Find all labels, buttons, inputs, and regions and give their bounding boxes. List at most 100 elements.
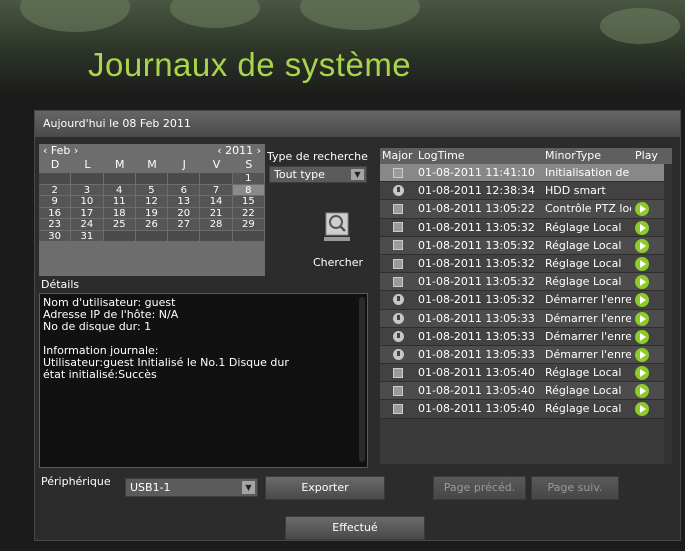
table-row[interactable]: 01-08-2011 13:05:32 Réglage Local (380, 218, 672, 237)
table-row[interactable]: 01-08-2011 13:05:33 Démarrer l'enregistre… (380, 309, 672, 328)
log-scrollbar[interactable] (664, 164, 672, 464)
play-icon[interactable] (635, 220, 649, 235)
calendar-day (232, 230, 265, 242)
play-cell (631, 400, 664, 417)
table-row[interactable]: 01-08-2011 13:05:32 Réglage Local (380, 273, 672, 292)
calendar-day[interactable]: 8 (232, 184, 265, 196)
calendar-day[interactable]: 5 (135, 184, 169, 196)
play-icon[interactable] (635, 384, 649, 399)
calendar-day (168, 173, 201, 185)
search-button[interactable]: Chercher (313, 256, 363, 269)
play-icon[interactable] (635, 329, 649, 344)
column-header-logtime[interactable]: LogTime (414, 148, 541, 164)
year-selector[interactable]: ‹ 2011 › (217, 144, 261, 158)
minor-type-cell: Initialisation de disque (545, 166, 631, 179)
calendar-day[interactable]: 11 (103, 196, 136, 208)
calendar-day[interactable]: 14 (200, 196, 233, 208)
calendar-day[interactable]: 26 (135, 219, 169, 231)
details-line: état initialisé:Succès (43, 368, 157, 381)
play-cell (631, 182, 664, 199)
calendar-day[interactable]: 3 (71, 184, 104, 196)
details-label: Détails (41, 278, 80, 291)
minor-type-cell: Contrôle PTZ local (545, 202, 631, 216)
log-time-cell: 01-08-2011 11:41:10 (418, 166, 535, 179)
play-cell (631, 364, 664, 381)
table-row[interactable]: 01-08-2011 13:05:32 Démarrer l'enregistre… (380, 291, 672, 310)
calendar-day[interactable]: 6 (168, 184, 201, 196)
calendar-day[interactable]: 17 (71, 207, 104, 219)
play-cell (631, 255, 664, 272)
year-label: 2011 (225, 144, 254, 157)
calendar-day[interactable]: 12 (135, 196, 169, 208)
calendar-day[interactable]: 22 (232, 207, 265, 219)
calendar-day[interactable]: 29 (232, 219, 265, 231)
calendar-day[interactable]: 24 (71, 219, 104, 231)
table-row[interactable]: 01-08-2011 13:05:40 Réglage Local (380, 400, 672, 419)
play-icon[interactable] (635, 402, 649, 417)
device-select[interactable]: USB1-1 ▼ (125, 478, 258, 497)
calendar-day[interactable]: 16 (39, 207, 72, 219)
column-header-minortype[interactable]: MinorType (541, 148, 631, 164)
table-row[interactable]: 01-08-2011 13:05:32 Réglage Local (380, 254, 672, 274)
calendar-day[interactable]: 2 (39, 184, 72, 196)
foliage-decoration (170, 0, 260, 28)
calendar-day[interactable]: 10 (71, 196, 104, 208)
play-icon[interactable] (635, 366, 649, 381)
month-selector[interactable]: ‹ Feb › (43, 144, 78, 158)
log-time-cell: 01-08-2011 13:05:32 (418, 238, 535, 252)
information-log-icon (392, 294, 404, 306)
column-header-major[interactable]: Major (380, 148, 414, 164)
calendar-day[interactable]: 20 (168, 207, 201, 219)
calendar-day[interactable]: 15 (232, 196, 265, 208)
table-row[interactable]: 01-08-2011 12:38:34 HDD smart (380, 182, 672, 201)
play-icon[interactable] (635, 275, 649, 290)
calendar-day[interactable]: 25 (103, 219, 136, 231)
calendar-day[interactable]: 28 (200, 219, 233, 231)
calendar-day-headers: DLMMJVS (39, 158, 265, 171)
chevron-down-icon[interactable]: ▼ (351, 169, 364, 180)
minor-type-cell: Réglage Local (545, 384, 622, 398)
calendar-day[interactable]: 9 (39, 196, 72, 208)
table-row[interactable]: 01-08-2011 13:05:32 Réglage Local (380, 236, 672, 255)
table-row[interactable]: 01-08-2011 11:41:10 Initialisation de dis… (380, 164, 672, 183)
next-page-button[interactable]: Page suiv. (531, 476, 619, 500)
calendar-day[interactable]: 19 (135, 207, 169, 219)
calendar: ‹ Feb › ‹ 2011 › DLMMJVS 1 2 3 4 5 6 7 8 9 10 11 12… (39, 144, 265, 276)
calendar-day[interactable]: 31 (71, 230, 104, 242)
play-icon[interactable] (635, 202, 649, 217)
chevron-down-icon[interactable]: ▼ (242, 481, 255, 494)
calendar-day[interactable]: 21 (200, 207, 233, 219)
export-button[interactable]: Exporter (265, 476, 385, 500)
calendar-day[interactable]: 4 (103, 184, 136, 196)
play-icon[interactable] (635, 347, 649, 362)
operation-log-icon (393, 167, 403, 178)
major-type-cell (380, 237, 414, 254)
calendar-day[interactable]: 23 (39, 219, 72, 231)
play-icon[interactable] (635, 311, 649, 326)
details-line: No de disque dur: 1 (43, 320, 152, 333)
table-row[interactable]: 01-08-2011 13:05:40 Réglage Local (380, 364, 672, 383)
calendar-day[interactable]: 13 (168, 196, 201, 208)
table-row[interactable]: 01-08-2011 13:05:33 Démarrer l'enregistre… (380, 345, 672, 365)
calendar-day[interactable]: 18 (103, 207, 136, 219)
done-button[interactable]: Effectué (285, 516, 425, 540)
search-type-select[interactable]: Tout type ▼ (269, 166, 367, 183)
search-icon[interactable] (324, 212, 350, 242)
prev-page-button[interactable]: Page précéd. (433, 476, 526, 500)
table-row[interactable]: 01-08-2011 13:05:33 Démarrer l'enregistre… (380, 327, 672, 346)
operation-log-icon (393, 203, 403, 214)
calendar-day[interactable]: 1 (232, 173, 265, 185)
details-scrollbar[interactable] (359, 297, 365, 462)
calendar-day[interactable]: 30 (39, 230, 72, 242)
table-row[interactable]: 01-08-2011 13:05:22 Contrôle PTZ local (380, 200, 672, 219)
calendar-day[interactable]: 27 (168, 219, 201, 231)
play-cell (631, 237, 664, 254)
operation-log-icon (393, 240, 403, 251)
play-icon[interactable] (635, 293, 649, 308)
play-icon[interactable] (635, 238, 649, 253)
column-header-play[interactable]: Play (631, 148, 664, 164)
log-time-cell: 01-08-2011 13:05:33 (418, 311, 535, 325)
calendar-day[interactable]: 7 (200, 184, 233, 196)
play-icon[interactable] (635, 256, 649, 271)
table-row[interactable]: 01-08-2011 13:05:40 Réglage Local (380, 382, 672, 401)
